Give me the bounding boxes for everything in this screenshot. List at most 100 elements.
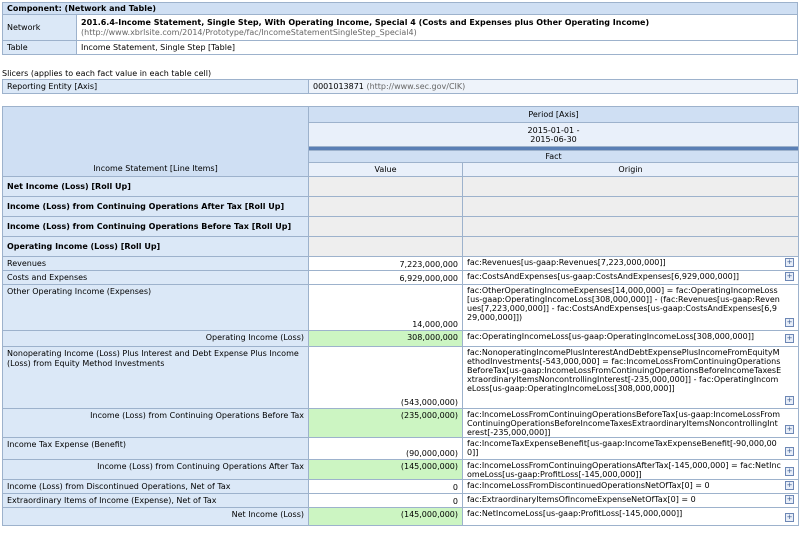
row-origin-cell: fac:OtherOperatingIncomeExpenses[14,000,… — [462, 284, 799, 331]
statement-rows-table: Net Income (Loss) [Roll Up] Income (Loss)… — [2, 176, 799, 526]
row-label: Income (Loss) from Continuing Operations… — [2, 408, 309, 438]
expand-icon[interactable]: + — [785, 467, 794, 476]
slicers-table: Reporting Entity [Axis] 0001013871 (http… — [2, 79, 798, 94]
row-label: Other Operating Income (Expenses) — [2, 284, 309, 331]
row-value: 6,929,000,000 — [308, 270, 463, 285]
table-row: Operating Income (Loss) [Roll Up] — [2, 236, 799, 257]
row-origin: fac:CostsAndExpenses[us-gaap:CostsAndExp… — [467, 272, 739, 281]
row-origin-cell — [462, 176, 799, 197]
table-label: Table — [2, 40, 77, 55]
row-value — [308, 176, 463, 197]
table-value: Income Statement, Single Step [Table] — [76, 40, 798, 55]
row-label: Income (Loss) from Continuing Operations… — [2, 196, 309, 217]
row-label: Net Income (Loss) [Roll Up] — [2, 176, 309, 197]
row-origin-cell — [462, 236, 799, 257]
table-row: Costs and Expenses 6,929,000,000 fac:Costs… — [2, 270, 799, 285]
row-value: (90,000,000) — [308, 437, 463, 460]
expand-icon[interactable]: + — [785, 396, 794, 405]
row-origin-cell: fac:Revenues[us-gaap:Revenues[7,223,000,… — [462, 256, 799, 271]
slicers-caption: Slicers (applies to each fact value in e… — [2, 69, 212, 78]
row-label: Income (Loss) from Continuing Operations… — [2, 216, 309, 237]
row-origin: fac:ExtraordinaryItemsOfIncomeExpenseNet… — [467, 495, 696, 504]
row-origin-cell: fac:IncomeLossFromContinuingOperationsBe… — [462, 408, 799, 438]
row-label: Income Tax Expense (Benefit) — [2, 437, 309, 460]
table-row: Income (Loss) from Discontinued Operatio… — [2, 479, 799, 494]
income-statement-table: Income Statement [Line Items] Period [Ax… — [2, 106, 800, 177]
row-value — [308, 236, 463, 257]
expand-icon[interactable]: + — [785, 258, 794, 267]
row-label: Income (Loss) from Discontinued Operatio… — [2, 479, 309, 494]
table-row: Income Tax Expense (Benefit) (90,000,000)… — [2, 437, 799, 460]
network-label: Network — [2, 14, 77, 41]
table-row: Revenues 7,223,000,000 fac:Revenues[us-gaa… — [2, 256, 799, 271]
row-origin: fac:OtherOperatingIncomeExpenses[14,000,… — [467, 286, 780, 322]
expand-icon[interactable]: + — [785, 481, 794, 490]
row-label: Income (Loss) from Continuing Operations… — [2, 459, 309, 480]
row-origin-cell: fac:IncomeLossFromContinuingOperationsAf… — [462, 459, 799, 480]
reporting-entity-value: 0001013871 — [313, 82, 364, 91]
row-value: (543,000,000) — [308, 346, 463, 409]
reporting-entity-label: Reporting Entity [Axis] — [2, 79, 309, 94]
row-origin-cell — [462, 216, 799, 237]
table-row: Nonoperating Income (Loss) Plus Interest… — [2, 346, 799, 409]
row-label: Nonoperating Income (Loss) Plus Interest… — [2, 346, 309, 409]
expand-icon[interactable]: + — [785, 272, 794, 281]
row-origin-cell: fac:ExtraordinaryItemsOfIncomeExpenseNet… — [462, 493, 799, 508]
row-origin: fac:IncomeLossFromContinuingOperationsBe… — [467, 410, 781, 437]
expand-icon[interactable]: + — [785, 513, 794, 522]
row-origin: fac:NonoperatingIncomePlusInterestAndDeb… — [467, 348, 782, 393]
row-origin-cell: fac:NetIncomeLoss[us-gaap:ProfitLoss[-14… — [462, 507, 799, 526]
row-origin: fac:IncomeLossFromContinuingOperationsAf… — [467, 461, 781, 479]
row-value — [308, 196, 463, 217]
expand-icon[interactable]: + — [785, 334, 794, 343]
table-row: Income (Loss) from Continuing Operations… — [2, 459, 799, 480]
table-row: Income (Loss) from Continuing Operations… — [2, 216, 799, 237]
statement-rows: Net Income (Loss) [Roll Up] Income (Loss)… — [2, 176, 799, 526]
origin-header: Origin — [461, 162, 800, 177]
row-value: 14,000,000 — [308, 284, 463, 331]
row-origin-cell — [462, 196, 799, 217]
row-label: Costs and Expenses — [2, 270, 309, 285]
network-url: (http://www.xbrlsite.com/2014/Prototype/… — [81, 27, 417, 37]
row-label: Net Income (Loss) — [2, 507, 309, 526]
row-origin: fac:OperatingIncomeLoss[us-gaap:Operatin… — [467, 332, 754, 341]
row-label: Operating Income (Loss) [Roll Up] — [2, 236, 309, 257]
row-origin-cell: fac:CostsAndExpenses[us-gaap:CostsAndExp… — [462, 270, 799, 285]
row-value: 0 — [308, 493, 463, 508]
row-origin-cell: fac:NonoperatingIncomePlusInterestAndDeb… — [462, 346, 799, 409]
row-value: (145,000,000) — [308, 459, 463, 480]
line-items-header: Income Statement [Line Items] — [2, 106, 309, 177]
fact-header: Fact — [307, 150, 800, 163]
table-row: Net Income (Loss) [Roll Up] — [2, 176, 799, 197]
expand-icon[interactable]: + — [785, 425, 794, 434]
row-value: 0 — [308, 479, 463, 494]
table-row: Operating Income (Loss) 308,000,000 fac:Op… — [2, 330, 799, 347]
reporting-entity-cell: 0001013871 (http://www.sec.gov/CIK) — [308, 79, 798, 94]
network-value: 201.6.4-Income Statement, Single Step, W… — [81, 17, 650, 27]
row-value: (235,000,000) — [308, 408, 463, 438]
expand-icon[interactable]: + — [785, 447, 794, 456]
component-title: Component: (Network and Table) — [2, 2, 798, 15]
row-label: Operating Income (Loss) — [2, 330, 309, 347]
table-row: Income (Loss) from Continuing Operations… — [2, 196, 799, 217]
value-header: Value — [308, 162, 463, 177]
row-origin: fac:IncomeTaxExpenseBenefit[us-gaap:Inco… — [467, 439, 777, 457]
row-origin-cell: fac:OperatingIncomeLoss[us-gaap:Operatin… — [462, 330, 799, 347]
network-cell: 201.6.4-Income Statement, Single Step, W… — [76, 14, 798, 41]
row-value — [308, 216, 463, 237]
row-label: Extraordinary Items of Income (Expense),… — [2, 493, 309, 508]
period-axis-header: Period [Axis] — [307, 106, 800, 123]
row-origin-cell: fac:IncomeLossFromDiscontinuedOperations… — [462, 479, 799, 494]
expand-icon[interactable]: + — [785, 318, 794, 327]
row-origin: fac:NetIncomeLoss[us-gaap:ProfitLoss[-14… — [467, 509, 683, 518]
row-value: 308,000,000 — [308, 330, 463, 347]
table-row: Income (Loss) from Continuing Operations… — [2, 408, 799, 438]
table-row: Net Income (Loss) (145,000,000) fac:NetInc… — [2, 507, 799, 526]
table-row: Other Operating Income (Expenses) 14,000,… — [2, 284, 799, 331]
reporting-entity-url: (http://www.sec.gov/CIK) — [366, 82, 466, 91]
row-value: (145,000,000) — [308, 507, 463, 526]
row-origin-cell: fac:IncomeTaxExpenseBenefit[us-gaap:Inco… — [462, 437, 799, 460]
table-row: Extraordinary Items of Income (Expense),… — [2, 493, 799, 508]
expand-icon[interactable]: + — [785, 495, 794, 504]
component-table: Component: (Network and Table) Network 2… — [2, 2, 798, 55]
